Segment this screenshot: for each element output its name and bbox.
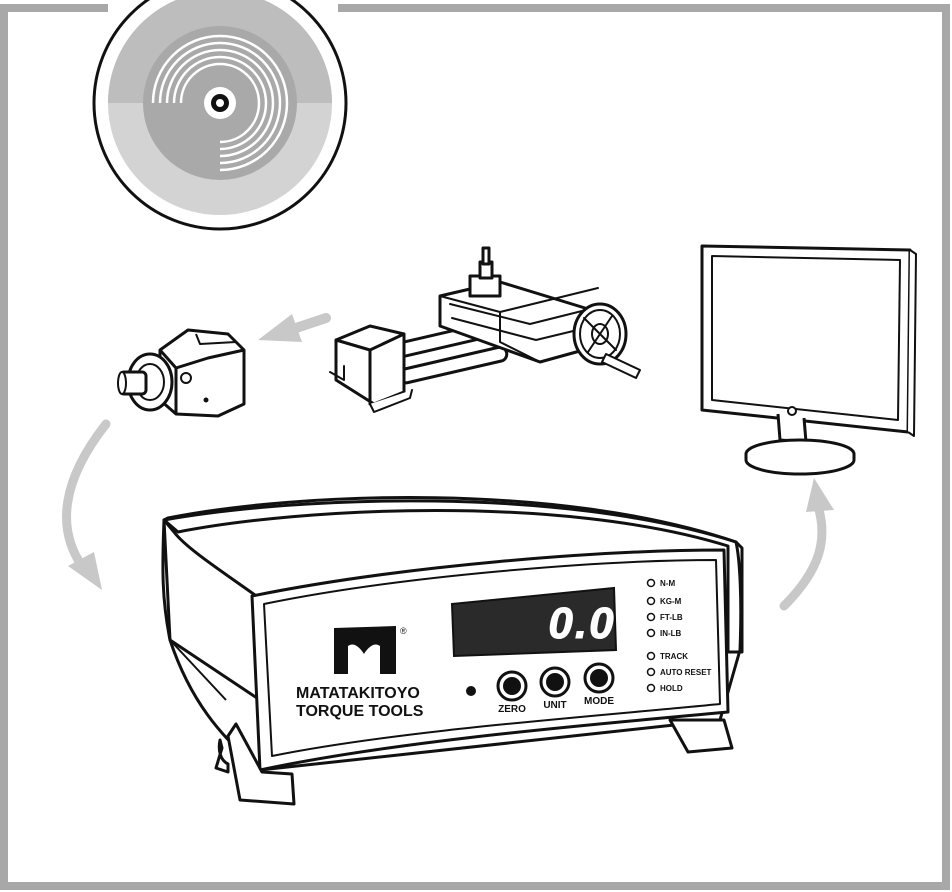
- mode-button-label: MODE: [584, 696, 614, 707]
- arrow-sensor-to-meter: [62, 419, 111, 590]
- unit-indicator-kgm: KG-M: [646, 596, 682, 606]
- digital-torque-meter: [161, 496, 744, 806]
- zero-button[interactable]: ZERO: [496, 670, 528, 715]
- status-led: [466, 686, 476, 696]
- arrow-meter-to-monitor: [779, 478, 834, 611]
- svg-text:KG-M: KG-M: [660, 597, 682, 606]
- torque-tester-bench-icon: [329, 246, 641, 413]
- registered-mark: ®: [400, 626, 407, 636]
- zero-button-label: ZERO: [498, 704, 526, 715]
- brand-name-line1: MATATAKITOYO: [296, 685, 420, 702]
- software-disc-icon: [92, 0, 348, 231]
- brand-name-line2: TORQUE TOOLS: [296, 703, 424, 720]
- unit-button-label: UNIT: [543, 700, 566, 711]
- torque-sensor-icon: [117, 328, 246, 418]
- unit-indicator-nm: N-M: [646, 578, 675, 588]
- arrow-tester-to-sensor: [258, 313, 331, 342]
- computer-monitor-icon: [700, 244, 917, 476]
- mode-button[interactable]: MODE: [583, 662, 615, 707]
- svg-text:IN-LB: IN-LB: [660, 629, 682, 638]
- diagram-stage: 0.0 ® MATATAKITOYO TORQUE TOOLS ZERO UNI…: [0, 0, 952, 892]
- svg-text:TRACK: TRACK: [660, 652, 688, 661]
- unit-indicator-inlb: IN-LB: [646, 628, 682, 638]
- svg-text:AUTO RESET: AUTO RESET: [660, 668, 712, 677]
- display-reading: 0.0: [548, 599, 615, 648]
- svg-text:FT-LB: FT-LB: [660, 613, 683, 622]
- unit-indicator-ftlb: FT-LB: [646, 612, 683, 622]
- diagram-canvas: 0.0 ® MATATAKITOYO TORQUE TOOLS ZERO UNI…: [0, 0, 950, 890]
- svg-text:N-M: N-M: [660, 579, 675, 588]
- mode-indicator-hold: HOLD: [646, 683, 683, 693]
- svg-text:HOLD: HOLD: [660, 684, 683, 693]
- unit-button[interactable]: UNIT: [539, 666, 571, 711]
